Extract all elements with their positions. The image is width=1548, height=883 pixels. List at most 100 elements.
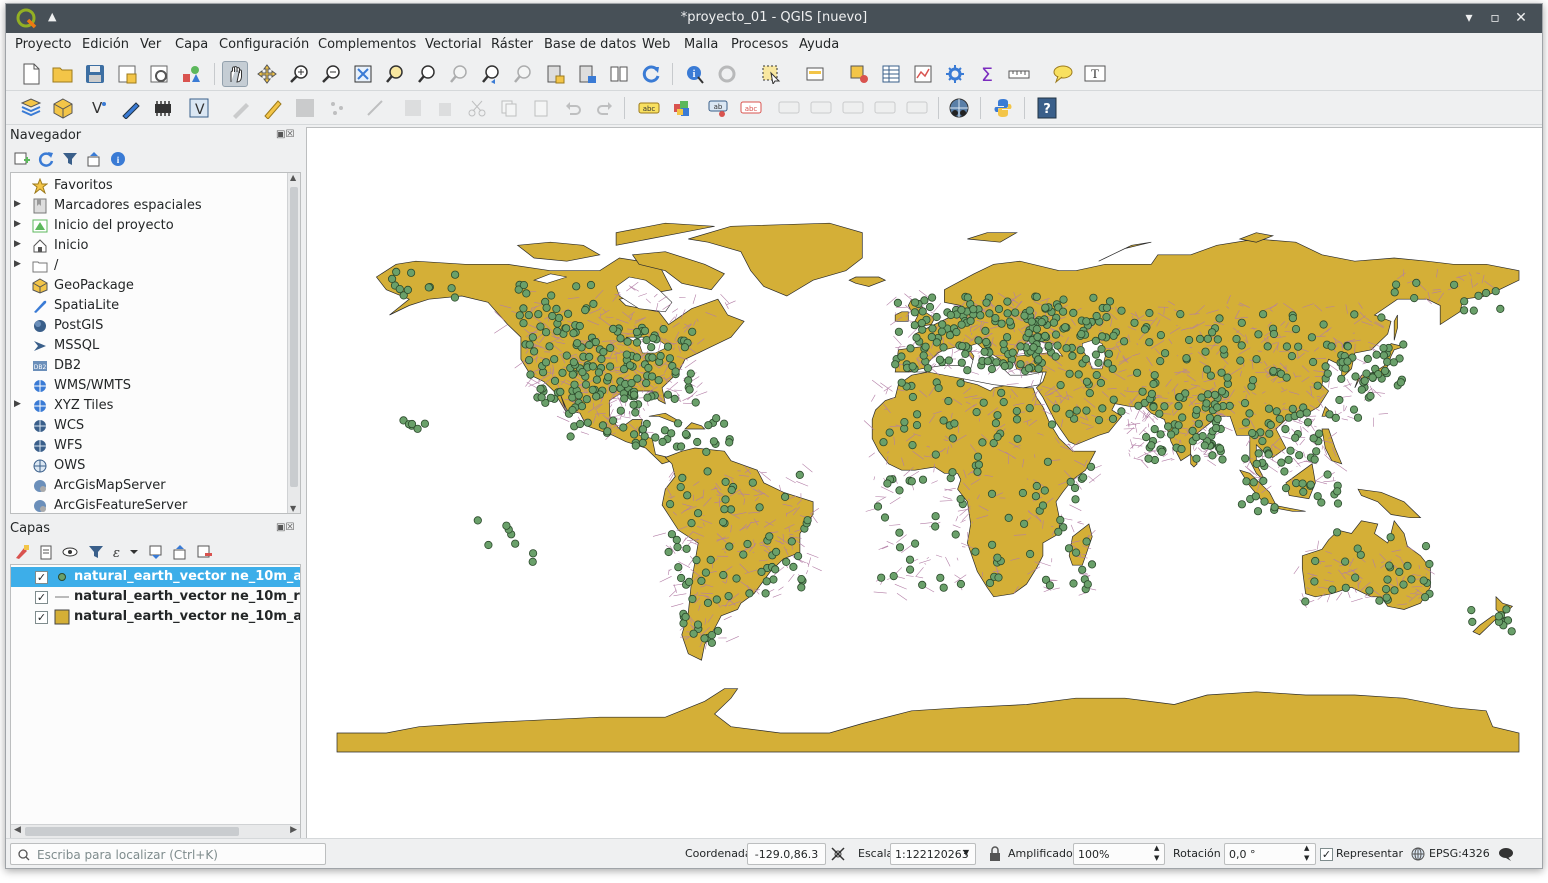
maximize-button[interactable]: ▫	[1486, 9, 1504, 27]
help-icon[interactable]: ?	[1034, 95, 1060, 121]
navigator-item[interactable]: PostGIS	[11, 316, 300, 336]
world-map[interactable]	[307, 128, 1543, 839]
print-layout-icon[interactable]	[146, 61, 172, 87]
menu-malla[interactable]: Malla	[684, 37, 718, 52]
delete-icon[interactable]	[432, 95, 458, 121]
layer-visibility-checkbox[interactable]: ✓	[35, 591, 48, 604]
menu-configuracion[interactable]: Configuración	[219, 37, 309, 52]
label-highlight-icon[interactable]: ab	[706, 95, 732, 121]
zoom-native-icon[interactable]	[446, 61, 472, 87]
expand-arrow-icon[interactable]: ▶	[14, 259, 21, 269]
locator-search-input[interactable]: Escriba para localizar (Ctrl+K)	[10, 843, 326, 865]
text-annotation-icon[interactable]: T	[1082, 61, 1108, 87]
collapse-all-icon[interactable]	[86, 151, 102, 167]
navigator-item[interactable]: ArcGisMapServer	[11, 476, 300, 496]
expand-arrow-icon[interactable]: ▶	[14, 199, 21, 209]
menu-web[interactable]: Web	[642, 37, 670, 52]
layer-row-roads[interactable]: ✓ natural_earth_vector ne_10m_roads	[11, 587, 300, 607]
annotation-icon[interactable]	[1050, 61, 1076, 87]
collapse-layers-icon[interactable]	[172, 544, 188, 560]
digitize-icon[interactable]	[118, 95, 144, 121]
navigator-item[interactable]: DB2 DB2	[11, 356, 300, 376]
toggle-extents-icon[interactable]	[830, 846, 846, 862]
rotation-spinbox[interactable]: 0,0 °	[1224, 843, 1316, 865]
layer-visibility-checkbox[interactable]: ✓	[35, 611, 48, 624]
zoom-selection-icon[interactable]	[382, 61, 408, 87]
expand-arrow-icon[interactable]: ▶	[14, 399, 21, 409]
navigator-item[interactable]: MSSQL	[11, 336, 300, 356]
label-change-icon[interactable]	[808, 95, 834, 121]
layer-visibility-checkbox[interactable]: ✓	[35, 571, 48, 584]
navigator-item[interactable]: Favoritos	[11, 176, 300, 196]
crs-globe-icon[interactable]	[1411, 847, 1425, 861]
navigator-item[interactable]: GeoPackage	[11, 276, 300, 296]
new-bookmark-icon[interactable]	[542, 61, 568, 87]
toolbox-icon[interactable]	[942, 61, 968, 87]
navigator-item[interactable]: ▶ Inicio del proyecto	[11, 216, 300, 236]
field-calc-icon[interactable]	[910, 61, 936, 87]
new-shapefile-icon[interactable]: V	[86, 95, 112, 121]
data-source-manager-icon[interactable]	[18, 95, 44, 121]
layers-panel-buttons[interactable]: ▣☒	[276, 522, 294, 533]
modify-attributes-icon[interactable]	[400, 95, 426, 121]
menu-vectorial[interactable]: Vectorial	[425, 37, 482, 52]
add-selected-layers-icon[interactable]	[14, 151, 30, 167]
cut-icon[interactable]	[464, 95, 490, 121]
save-project-icon[interactable]	[82, 61, 108, 87]
vertex-tool-icon[interactable]: V	[186, 95, 212, 121]
magnifier-spinbox[interactable]: 100%	[1073, 843, 1165, 865]
undo-icon[interactable]	[560, 95, 586, 121]
navigator-item[interactable]: ▶ Marcadores espaciales	[11, 196, 300, 216]
navigator-item[interactable]: ▶ XYZ Tiles	[11, 396, 300, 416]
render-checkbox[interactable]: ✓	[1320, 848, 1333, 861]
menu-procesos[interactable]: Procesos	[731, 37, 788, 52]
temporal-icon[interactable]	[606, 61, 632, 87]
refresh-icon[interactable]	[638, 61, 664, 87]
visibility-icon[interactable]	[62, 544, 80, 560]
measure-icon[interactable]	[1006, 61, 1032, 87]
crs-button[interactable]: EPSG:4326	[1429, 847, 1490, 860]
messages-icon[interactable]	[1498, 846, 1514, 862]
style-manager-icon[interactable]	[178, 61, 204, 87]
pan-icon[interactable]	[222, 61, 248, 87]
zoom-layer-icon[interactable]	[414, 61, 440, 87]
edit-pencil-icon[interactable]	[228, 95, 254, 121]
vertex-tool2-icon[interactable]	[362, 95, 388, 121]
label-show-icon[interactable]	[840, 95, 866, 121]
label-pin-icon[interactable]	[670, 95, 696, 121]
navigator-item[interactable]: WCS	[11, 416, 300, 436]
properties-icon[interactable]: i	[110, 151, 126, 167]
navigator-item[interactable]: WMS/WMTS	[11, 376, 300, 396]
zoom-next-icon[interactable]	[510, 61, 536, 87]
label-icon[interactable]: abc	[636, 95, 662, 121]
scale-dropdown-icon[interactable]: ▼	[963, 848, 969, 857]
copy-icon[interactable]	[496, 95, 522, 121]
navigator-item[interactable]: OWS	[11, 456, 300, 476]
label-rotate-icon[interactable]	[776, 95, 802, 121]
statistics-icon[interactable]: Σ	[974, 61, 1000, 87]
navigator-panel-buttons[interactable]: ▣☒	[276, 129, 294, 140]
action-icon[interactable]	[714, 61, 740, 87]
map-canvas[interactable]	[306, 127, 1543, 839]
remove-layer-icon[interactable]	[196, 544, 212, 560]
expand-all-icon[interactable]	[148, 544, 164, 560]
select-icon[interactable]	[758, 61, 784, 87]
navigator-item[interactable]: WFS	[11, 436, 300, 456]
identify-icon[interactable]: i	[682, 61, 708, 87]
menu-base-de-datos[interactable]: Base de datos	[544, 37, 636, 52]
menu-ayuda[interactable]: Ayuda	[799, 37, 839, 52]
save-as-icon[interactable]	[114, 61, 140, 87]
layer-row-admin[interactable]: ✓ natural_earth_vector ne_10m_admin_0	[11, 607, 300, 627]
layers-horizontal-scrollbar[interactable]: ◀ ▶	[11, 824, 300, 838]
filter-legend-icon[interactable]	[88, 544, 104, 560]
filter-browser-icon[interactable]	[62, 151, 78, 167]
menu-ver[interactable]: Ver	[140, 37, 161, 52]
expand-arrow-icon[interactable]: ▶	[14, 219, 21, 229]
label-move-icon[interactable]: abc	[738, 95, 764, 121]
select-by-value-icon[interactable]	[802, 61, 828, 87]
python-icon[interactable]	[990, 95, 1016, 121]
label-diagram-icon[interactable]	[872, 95, 898, 121]
add-group-icon[interactable]	[38, 544, 54, 560]
grass-icon[interactable]	[946, 95, 972, 121]
label-extra-icon[interactable]	[904, 95, 930, 121]
